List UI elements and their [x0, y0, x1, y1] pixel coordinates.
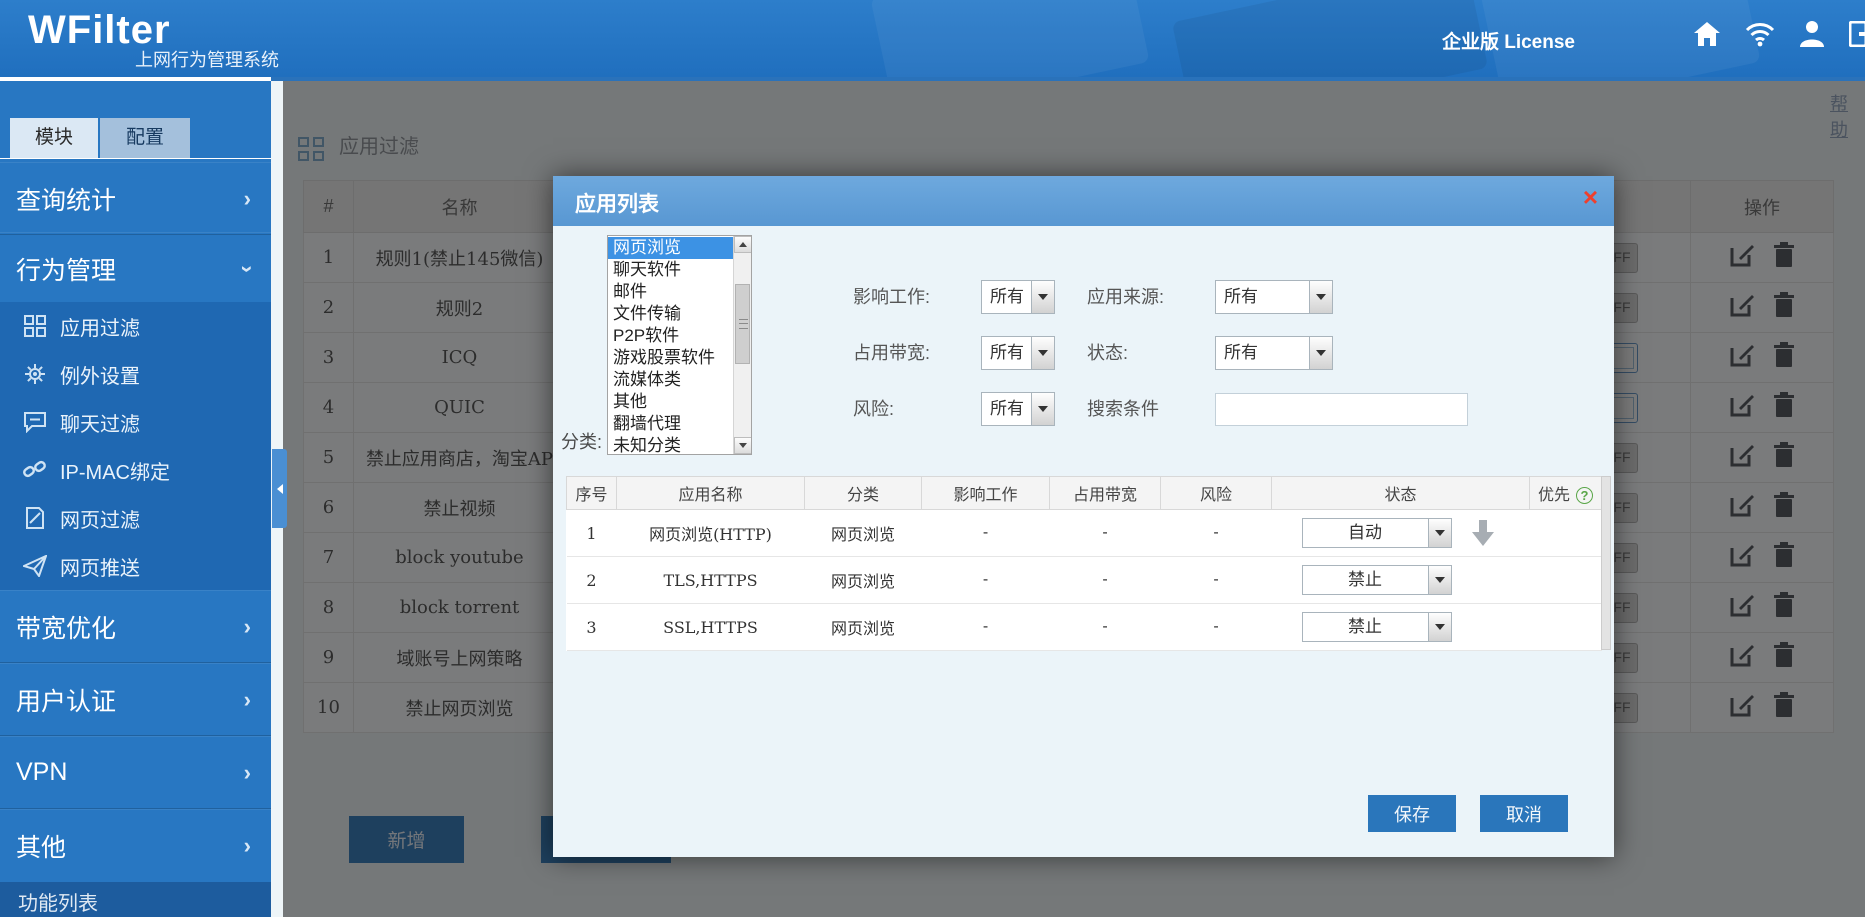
app-table-header: 序号 应用名称 分类 影响工作 占用带宽 风险 状态 优先?	[567, 477, 1602, 510]
sidebar-item-exceptions[interactable]: 例外设置	[0, 350, 271, 398]
dialog-title: 应用列表	[575, 188, 659, 218]
listbox-scrollbar[interactable]	[733, 236, 751, 454]
gear-icon	[22, 362, 48, 386]
close-icon[interactable]: ×	[1583, 184, 1598, 210]
scroll-down-icon[interactable]	[734, 437, 752, 454]
chevron-right-icon: ›	[244, 687, 251, 713]
bandwidth-filter-select[interactable]: 所有	[981, 336, 1055, 370]
priority-down-icon[interactable]	[1472, 520, 1494, 546]
chevron-right-icon: ›	[244, 186, 251, 212]
listbox-item[interactable]: 流媒体类	[608, 369, 734, 391]
risk-filter-select[interactable]: 所有	[981, 392, 1055, 426]
chat-icon	[22, 410, 48, 434]
dropdown-arrow-icon[interactable]	[1031, 337, 1054, 369]
listbox-item[interactable]: 邮件	[608, 281, 734, 303]
bandwidth-filter-label: 占用带宽:	[853, 336, 930, 370]
chevron-right-icon: ›	[244, 833, 251, 859]
app-list-dialog: 应用列表 × 网页浏览 聊天软件 邮件 文件传输 P2P软件 游戏股票软件 流媒…	[553, 176, 1614, 857]
grid-icon	[22, 314, 48, 338]
dropdown-arrow-icon[interactable]	[1031, 281, 1054, 313]
chevron-right-icon: ›	[244, 614, 251, 640]
app-row: 2 TLS,HTTPS 网页浏览 - - - 禁止	[567, 557, 1602, 604]
risk-filter-label: 风险:	[853, 392, 894, 426]
search-input[interactable]	[1215, 393, 1468, 426]
table-scrollbar[interactable]	[1601, 476, 1611, 650]
help-icon[interactable]: ?	[1576, 487, 1593, 504]
chevron-down-icon: ›	[234, 265, 260, 272]
sidebar-tab-config[interactable]: 配置	[100, 118, 190, 158]
listbox-item[interactable]: 其他	[608, 391, 734, 413]
dropdown-arrow-icon[interactable]	[1309, 281, 1332, 313]
behavior-submenu: 应用过滤 例外设置 聊天过滤 IP-MAC绑定	[0, 302, 271, 590]
listbox-item[interactable]: 未知分类	[608, 435, 734, 455]
sidebar-item-bandwidth[interactable]: 带宽优化 ›	[0, 590, 271, 663]
status-filter-select[interactable]: 所有	[1215, 336, 1333, 370]
sidebar-footer-feature-list[interactable]: 功能列表	[0, 882, 271, 917]
dropdown-arrow-icon[interactable]	[1031, 393, 1054, 425]
sidebar-item-other[interactable]: 其他 ›	[0, 809, 271, 882]
cancel-button[interactable]: 取消	[1480, 795, 1568, 832]
sidebar-item-ip-mac-binding[interactable]: IP-MAC绑定	[0, 446, 271, 494]
app-status-select[interactable]: 自动	[1302, 518, 1452, 548]
chevron-right-icon: ›	[244, 760, 251, 786]
category-label: 分类:	[561, 428, 602, 454]
webpage-icon	[22, 506, 48, 530]
app-row: 3 SSL,HTTPS 网页浏览 - - - 禁止	[567, 604, 1602, 651]
app-status-select[interactable]: 禁止	[1302, 565, 1452, 595]
listbox-item[interactable]: 游戏股票软件	[608, 347, 734, 369]
wifi-icon[interactable]	[1745, 21, 1775, 47]
source-filter-select[interactable]: 所有	[1215, 280, 1333, 314]
sidebar-item-web-filter[interactable]: 网页过滤	[0, 494, 271, 542]
header-decoration	[1172, 0, 1488, 77]
logout-icon[interactable]	[1849, 21, 1865, 47]
app-row: 1 网页浏览(HTTP) 网页浏览 - - - 自动	[567, 510, 1602, 557]
impact-filter-select[interactable]: 所有	[981, 280, 1055, 314]
sidebar-item-chat-filter[interactable]: 聊天过滤	[0, 398, 271, 446]
impact-filter-label: 影响工作:	[853, 280, 930, 314]
scrollbar-thumb[interactable]	[735, 284, 750, 364]
sidebar-item-app-filter[interactable]: 应用过滤	[0, 302, 271, 350]
listbox-item[interactable]: 翻墙代理	[608, 413, 734, 435]
sidebar-item-web-push[interactable]: 网页推送	[0, 542, 271, 590]
sidebar-navigation: 模块 配置 查询统计 › 行为管理 › 应用过滤 例外设置	[0, 77, 271, 917]
app-header: WFilter 上网行为管理系统 企业版 License	[0, 0, 1865, 77]
send-icon	[22, 554, 48, 578]
sidebar-tab-modules[interactable]: 模块	[10, 118, 98, 158]
app-status-select[interactable]: 禁止	[1302, 612, 1452, 642]
scroll-up-icon[interactable]	[734, 236, 752, 253]
divider	[0, 158, 271, 159]
source-filter-label: 应用来源:	[1087, 280, 1164, 314]
sidebar-item-query-stats[interactable]: 查询统计 ›	[0, 162, 271, 235]
status-filter-label: 状态:	[1087, 336, 1128, 370]
app-table: 序号 应用名称 分类 影响工作 占用带宽 风险 状态 优先? 1 网页浏览(HT…	[566, 476, 1602, 651]
user-icon[interactable]	[1799, 20, 1825, 47]
listbox-item[interactable]: 网页浏览	[608, 237, 734, 259]
sidebar-item-user-auth[interactable]: 用户认证 ›	[0, 663, 271, 736]
dropdown-arrow-icon[interactable]	[1428, 519, 1451, 547]
dropdown-arrow-icon[interactable]	[1428, 566, 1451, 594]
link-icon	[22, 458, 48, 482]
category-listbox[interactable]: 网页浏览 聊天软件 邮件 文件传输 P2P软件 游戏股票软件 流媒体类 其他 翻…	[607, 235, 752, 455]
dropdown-arrow-icon[interactable]	[1309, 337, 1332, 369]
header-decoration	[870, 0, 1149, 77]
save-button[interactable]: 保存	[1368, 795, 1456, 832]
listbox-item[interactable]: 聊天软件	[608, 259, 734, 281]
dropdown-arrow-icon[interactable]	[1428, 613, 1451, 641]
listbox-item[interactable]: 文件传输	[608, 303, 734, 325]
app-tagline: 上网行为管理系统	[135, 46, 279, 72]
dialog-titlebar: 应用列表 ×	[553, 176, 1614, 226]
application-window: WFilter 上网行为管理系统 企业版 License	[0, 0, 1865, 917]
sidebar-collapse-handle[interactable]	[272, 449, 287, 528]
sidebar-item-vpn[interactable]: VPN ›	[0, 736, 271, 809]
license-label: 企业版 License	[1442, 27, 1575, 54]
home-icon[interactable]	[1693, 21, 1721, 47]
sidebar-item-behavior-mgmt[interactable]: 行为管理 ›	[0, 232, 271, 305]
listbox-item[interactable]: P2P软件	[608, 325, 734, 347]
search-label: 搜索条件	[1087, 392, 1159, 426]
